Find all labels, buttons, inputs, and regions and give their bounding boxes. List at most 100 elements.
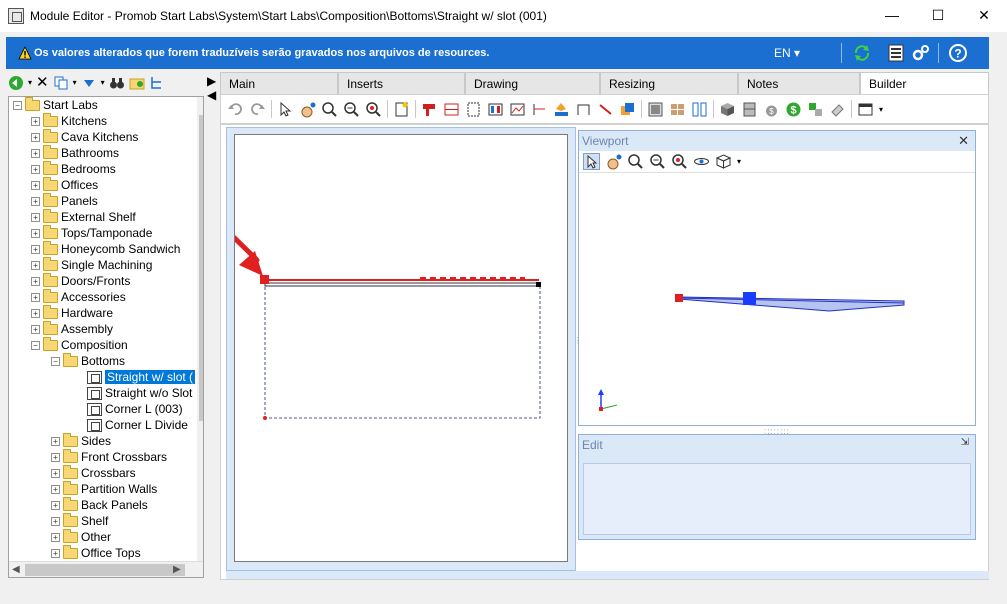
tree-item[interactable]: + Hardware bbox=[31, 304, 113, 321]
expand-toggle[interactable]: + bbox=[51, 468, 60, 478]
language-dropdown[interactable]: EN ▾ bbox=[774, 46, 800, 60]
pan-hand-icon[interactable] bbox=[299, 101, 316, 118]
expand-toggle[interactable]: + bbox=[31, 276, 40, 286]
tree-horizontal-scrollbar[interactable]: ◀ ▶ bbox=[9, 561, 203, 577]
minimize-button[interactable]: — bbox=[869, 0, 915, 30]
zoom-extents-icon[interactable] bbox=[671, 153, 688, 170]
redo-icon[interactable] bbox=[249, 101, 266, 118]
scroll-thumb[interactable] bbox=[199, 115, 203, 421]
expand-toggle[interactable]: + bbox=[51, 500, 60, 510]
tree-item[interactable]: + Partition Walls bbox=[51, 480, 157, 497]
tree-item[interactable]: + Office Tops bbox=[51, 544, 141, 561]
expand-toggle[interactable]: + bbox=[51, 548, 60, 558]
zoom-in-icon[interactable] bbox=[627, 153, 644, 170]
expand-toggle[interactable]: + bbox=[31, 132, 40, 142]
tree-item[interactable]: + Other bbox=[51, 528, 111, 545]
tree-item-start-labs[interactable]: − Start Labs bbox=[13, 97, 98, 113]
edit-content[interactable] bbox=[583, 463, 971, 535]
tab-resizing[interactable]: Resizing bbox=[600, 72, 738, 94]
window-layout-icon[interactable] bbox=[857, 101, 874, 118]
expand-toggle[interactable]: + bbox=[31, 324, 40, 334]
tree-item[interactable]: + External Shelf bbox=[31, 208, 136, 225]
fill-tool-icon[interactable] bbox=[553, 101, 570, 118]
tree-item[interactable]: + Single Machining bbox=[31, 256, 152, 273]
expand-toggle[interactable]: + bbox=[31, 148, 40, 158]
collapse-toggle[interactable]: − bbox=[51, 356, 60, 366]
tree-item-composition[interactable]: − Composition bbox=[31, 336, 128, 353]
tree-item[interactable]: + Panels bbox=[31, 192, 98, 209]
tree-item-module[interactable]: Straight w/o Slot bbox=[87, 385, 192, 401]
scroll-left-icon[interactable]: ◀ bbox=[12, 564, 20, 575]
expand-toggle[interactable]: + bbox=[31, 244, 40, 254]
chevron-down-icon[interactable]: ▾ bbox=[73, 75, 77, 91]
gear-icon[interactable] bbox=[911, 43, 931, 63]
zoom-out-icon[interactable] bbox=[649, 153, 666, 170]
expand-toggle[interactable]: + bbox=[51, 484, 60, 494]
zoom-out-icon[interactable] bbox=[343, 101, 360, 118]
eraser-icon[interactable] bbox=[829, 101, 846, 118]
module-tree[interactable]: − Start Labs + Kitchens + Cava Kitchens + Bath… bbox=[8, 96, 204, 578]
scroll-up-icon[interactable]: ▲ bbox=[201, 99, 203, 110]
split-icon[interactable] bbox=[691, 101, 708, 118]
copy-icon[interactable] bbox=[53, 75, 69, 91]
tree-item-module[interactable]: Corner L (003) bbox=[87, 401, 183, 417]
shape-tool-icon[interactable] bbox=[421, 101, 438, 118]
columns-icon[interactable] bbox=[487, 101, 504, 118]
tree-vertical-scrollbar[interactable]: ▲ bbox=[197, 97, 203, 563]
tree-item-module-selected[interactable]: Straight w/ slot ( bbox=[87, 369, 196, 385]
chevron-down-icon[interactable]: ▾ bbox=[101, 75, 105, 91]
expand-toggle[interactable]: + bbox=[31, 116, 40, 126]
orbit-icon[interactable] bbox=[693, 153, 710, 170]
pointer-icon[interactable] bbox=[583, 153, 600, 170]
move-down-icon[interactable] bbox=[81, 75, 97, 91]
box-icon[interactable] bbox=[719, 101, 736, 118]
collapse-toggle[interactable]: − bbox=[13, 100, 22, 110]
tree-filter-icon[interactable] bbox=[149, 75, 165, 91]
price-icon[interactable]: $ bbox=[785, 101, 802, 118]
properties-icon[interactable] bbox=[886, 43, 906, 63]
chevron-down-icon[interactable]: ▾ bbox=[28, 75, 32, 91]
expand-toggle[interactable]: + bbox=[31, 196, 40, 206]
scroll-thumb[interactable] bbox=[25, 564, 185, 576]
tab-notes[interactable]: Notes bbox=[738, 72, 860, 94]
expand-toggle[interactable]: + bbox=[31, 180, 40, 190]
undo-icon[interactable] bbox=[227, 101, 244, 118]
delete-icon[interactable]: ✕ bbox=[36, 75, 49, 91]
back-icon[interactable] bbox=[8, 75, 24, 91]
layer-tool-icon[interactable] bbox=[619, 101, 636, 118]
zoom-in-icon[interactable] bbox=[321, 101, 338, 118]
drawing-canvas[interactable] bbox=[204, 134, 568, 562]
tree-item[interactable]: + Kitchens bbox=[31, 112, 107, 129]
maximize-button[interactable]: ☐ bbox=[915, 0, 961, 30]
pin-icon[interactable]: ⇲ bbox=[961, 437, 969, 448]
close-icon[interactable]: ✕ bbox=[958, 133, 969, 149]
tree-item[interactable]: + Sides bbox=[51, 432, 111, 449]
horizontal-divider-icon[interactable] bbox=[443, 101, 460, 118]
tree-item-module[interactable]: Corner L Divide bbox=[87, 417, 188, 433]
dimension-tool-icon[interactable] bbox=[531, 101, 548, 118]
tree-item[interactable]: + Bathrooms bbox=[31, 144, 119, 161]
tab-main[interactable]: Main bbox=[220, 72, 338, 94]
bracket-tool-icon[interactable] bbox=[575, 101, 592, 118]
expand-toggle[interactable]: + bbox=[51, 452, 60, 462]
panel-icon[interactable] bbox=[465, 101, 482, 118]
tab-builder[interactable]: Builder bbox=[860, 72, 989, 94]
chevron-down-icon[interactable]: ▾ bbox=[879, 105, 883, 114]
tree-item[interactable]: + Back Panels bbox=[51, 496, 148, 513]
help-icon[interactable]: ? bbox=[948, 43, 968, 63]
binoculars-icon[interactable] bbox=[109, 75, 125, 91]
color-swatch-icon[interactable] bbox=[807, 101, 824, 118]
close-button[interactable]: ✕ bbox=[961, 0, 1007, 30]
collapse-panel-icon[interactable]: ▶ ◀ bbox=[207, 74, 216, 102]
tree-item[interactable]: + Bedrooms bbox=[31, 160, 116, 177]
new-page-icon[interactable] bbox=[393, 101, 410, 118]
expand-toggle[interactable]: + bbox=[51, 516, 60, 526]
expand-toggle[interactable]: + bbox=[31, 164, 40, 174]
tree-item[interactable]: + Crossbars bbox=[51, 464, 136, 481]
viewport-3d-canvas[interactable] bbox=[579, 173, 975, 425]
folder-link-icon[interactable] bbox=[129, 75, 145, 91]
tree-item[interactable]: + Offices bbox=[31, 176, 98, 193]
tree-item[interactable]: + Shelf bbox=[51, 512, 108, 529]
tree-item[interactable]: + Accessories bbox=[31, 288, 126, 305]
expand-toggle[interactable]: + bbox=[31, 260, 40, 270]
